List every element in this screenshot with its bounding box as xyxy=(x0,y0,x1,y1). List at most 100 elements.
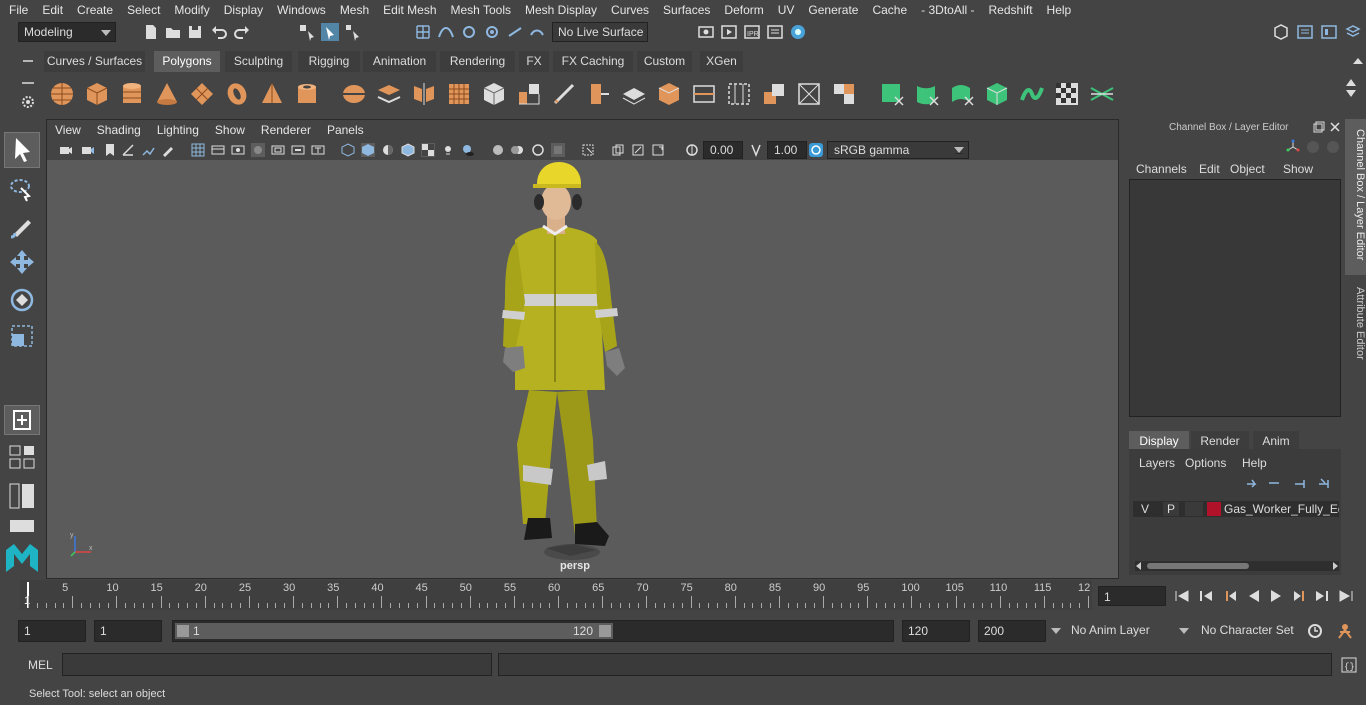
menu-help[interactable]: Help xyxy=(1040,0,1079,20)
channel-box-menu-edit[interactable]: Edit xyxy=(1199,162,1220,176)
layout-graph-persp-icon[interactable] xyxy=(8,518,36,534)
tab-fx[interactable]: FX xyxy=(519,51,549,72)
menu-modify[interactable]: Modify xyxy=(167,0,216,20)
layer-horizontal-scrollbar[interactable] xyxy=(1135,561,1339,571)
smooth-icon[interactable] xyxy=(445,80,473,108)
depth-of-field-icon[interactable] xyxy=(551,143,565,157)
select-by-object-icon[interactable] xyxy=(321,23,339,41)
separate-icon[interactable] xyxy=(375,80,403,108)
screen-space-ao-icon[interactable] xyxy=(491,143,505,157)
go-to-end-icon[interactable] xyxy=(1338,588,1354,604)
shelf-menu-icon[interactable] xyxy=(20,53,36,69)
range-end-handle[interactable] xyxy=(599,625,611,637)
tab-custom[interactable]: Custom xyxy=(637,51,692,72)
menu-deform[interactable]: Deform xyxy=(717,0,770,20)
layer-menu-help[interactable]: Help xyxy=(1242,456,1267,470)
playback-end-field[interactable]: 120 xyxy=(902,620,970,642)
default-material-icon[interactable] xyxy=(381,143,395,157)
scroll-thumb[interactable] xyxy=(1147,563,1249,569)
tab-fx-caching[interactable]: FX Caching xyxy=(553,51,633,72)
bridge-icon[interactable] xyxy=(655,80,683,108)
menu-edit[interactable]: Edit xyxy=(35,0,70,20)
menu-uv[interactable]: UV xyxy=(771,0,802,20)
live-surface-field[interactable]: No Live Surface xyxy=(552,22,648,42)
target-weld-icon[interactable] xyxy=(585,80,613,108)
chevron-down-icon[interactable] xyxy=(1050,626,1062,636)
anim-layer-dropdown[interactable]: No Anim Layer xyxy=(1066,620,1172,642)
menu-create[interactable]: Create xyxy=(70,0,120,20)
insert-edge-loop-icon[interactable] xyxy=(690,80,718,108)
smooth-shade-icon[interactable] xyxy=(361,143,375,157)
select-by-component-icon[interactable] xyxy=(344,23,362,41)
menu-3dtoall[interactable]: - 3DtoAll - xyxy=(914,0,981,20)
poly-pyramid-icon[interactable] xyxy=(258,80,286,108)
save-scene-icon[interactable] xyxy=(186,23,204,41)
undo-icon[interactable] xyxy=(210,23,228,41)
lasso-tool-icon[interactable] xyxy=(8,176,36,204)
resolution-gate-icon[interactable] xyxy=(231,143,245,157)
time-slider-track[interactable]: 1 51015202530354045505560657075808590951… xyxy=(20,580,1092,610)
open-scene-icon[interactable] xyxy=(164,23,182,41)
redo-icon[interactable] xyxy=(233,23,251,41)
color-management-icon[interactable] xyxy=(809,143,823,157)
poly-torus-icon[interactable] xyxy=(223,80,251,108)
menu-display[interactable]: Display xyxy=(217,0,270,20)
viewport-menu-show[interactable]: Show xyxy=(207,123,253,137)
two-d-pan-icon[interactable] xyxy=(141,143,155,157)
hyper-icon[interactable] xyxy=(1325,139,1341,155)
paint-select-tool-icon[interactable] xyxy=(8,212,36,240)
poly-cylinder-icon[interactable] xyxy=(118,80,146,108)
layer-playback-toggle[interactable]: P xyxy=(1163,502,1179,516)
snap-to-grid-icon[interactable] xyxy=(414,23,432,41)
gas-worker-model[interactable] xyxy=(47,160,1118,578)
playback-start-field[interactable]: 1 xyxy=(94,620,162,642)
poly-cube-icon[interactable] xyxy=(83,80,111,108)
layer-menu-options[interactable]: Options xyxy=(1185,456,1226,470)
shelf-scroll-down-arrow-icon[interactable] xyxy=(1344,88,1358,100)
manipulator-icon[interactable] xyxy=(1285,139,1301,155)
step-back-frame-icon[interactable] xyxy=(1222,588,1238,604)
new-layer-icon[interactable] xyxy=(1293,476,1309,490)
tab-rigging[interactable]: Rigging xyxy=(298,51,360,72)
toggle-tool-settings-icon[interactable] xyxy=(1320,23,1338,41)
isolate-select-icon[interactable] xyxy=(581,143,595,157)
gear-icon[interactable] xyxy=(20,94,36,110)
viewport-canvas[interactable]: yx persp xyxy=(47,160,1118,578)
tab-polygons[interactable]: Polygons xyxy=(154,51,220,72)
channel-box-menu-show[interactable]: Show xyxy=(1283,162,1313,176)
poly-plane-icon[interactable] xyxy=(188,80,216,108)
extrude-icon[interactable] xyxy=(515,80,543,108)
lock-camera-icon[interactable] xyxy=(81,143,95,157)
menu-file[interactable]: File xyxy=(0,0,35,20)
snap-to-view-plane-icon[interactable] xyxy=(506,23,524,41)
layer-row[interactable]: V P Gas_Worker_Fully_Equ xyxy=(1133,501,1339,517)
scroll-left-icon[interactable] xyxy=(1135,561,1143,571)
last-tool-button[interactable] xyxy=(4,405,40,435)
menu-generate[interactable]: Generate xyxy=(801,0,865,20)
viewport-menu-panels[interactable]: Panels xyxy=(319,123,372,137)
side-tab-attribute-editor[interactable]: Attribute Editor xyxy=(1345,279,1366,379)
tab-animation[interactable]: Animation xyxy=(363,51,436,72)
layer-color-swatch[interactable] xyxy=(1207,502,1221,516)
close-panel-icon[interactable] xyxy=(1329,121,1341,133)
textured-icon[interactable] xyxy=(421,143,435,157)
workspace-icon[interactable] xyxy=(1272,23,1290,41)
quad-draw-icon[interactable] xyxy=(620,80,648,108)
grease-pencil-icon[interactable] xyxy=(161,143,175,157)
animation-preferences-icon[interactable] xyxy=(1336,622,1354,640)
viewport-menu-lighting[interactable]: Lighting xyxy=(149,123,207,137)
uv-unfold-icon[interactable] xyxy=(1018,80,1046,108)
menu-cache[interactable]: Cache xyxy=(865,0,914,20)
command-language-label[interactable]: MEL xyxy=(28,658,53,672)
uv-spherical-icon[interactable] xyxy=(948,80,976,108)
shelf-options-icon[interactable] xyxy=(20,78,36,88)
mode-selector[interactable]: Modeling xyxy=(18,22,116,42)
current-frame-field[interactable]: 1 xyxy=(1098,586,1166,606)
animation-start-field[interactable]: 1 xyxy=(18,620,86,642)
step-forward-key-icon[interactable] xyxy=(1314,588,1330,604)
menu-mesh[interactable]: Mesh xyxy=(333,0,376,20)
chevron-down-icon[interactable] xyxy=(1178,626,1190,636)
shadows-icon[interactable] xyxy=(461,143,475,157)
select-by-hierarchy-icon[interactable] xyxy=(298,23,316,41)
script-editor-icon[interactable]: {} xyxy=(1340,656,1358,674)
